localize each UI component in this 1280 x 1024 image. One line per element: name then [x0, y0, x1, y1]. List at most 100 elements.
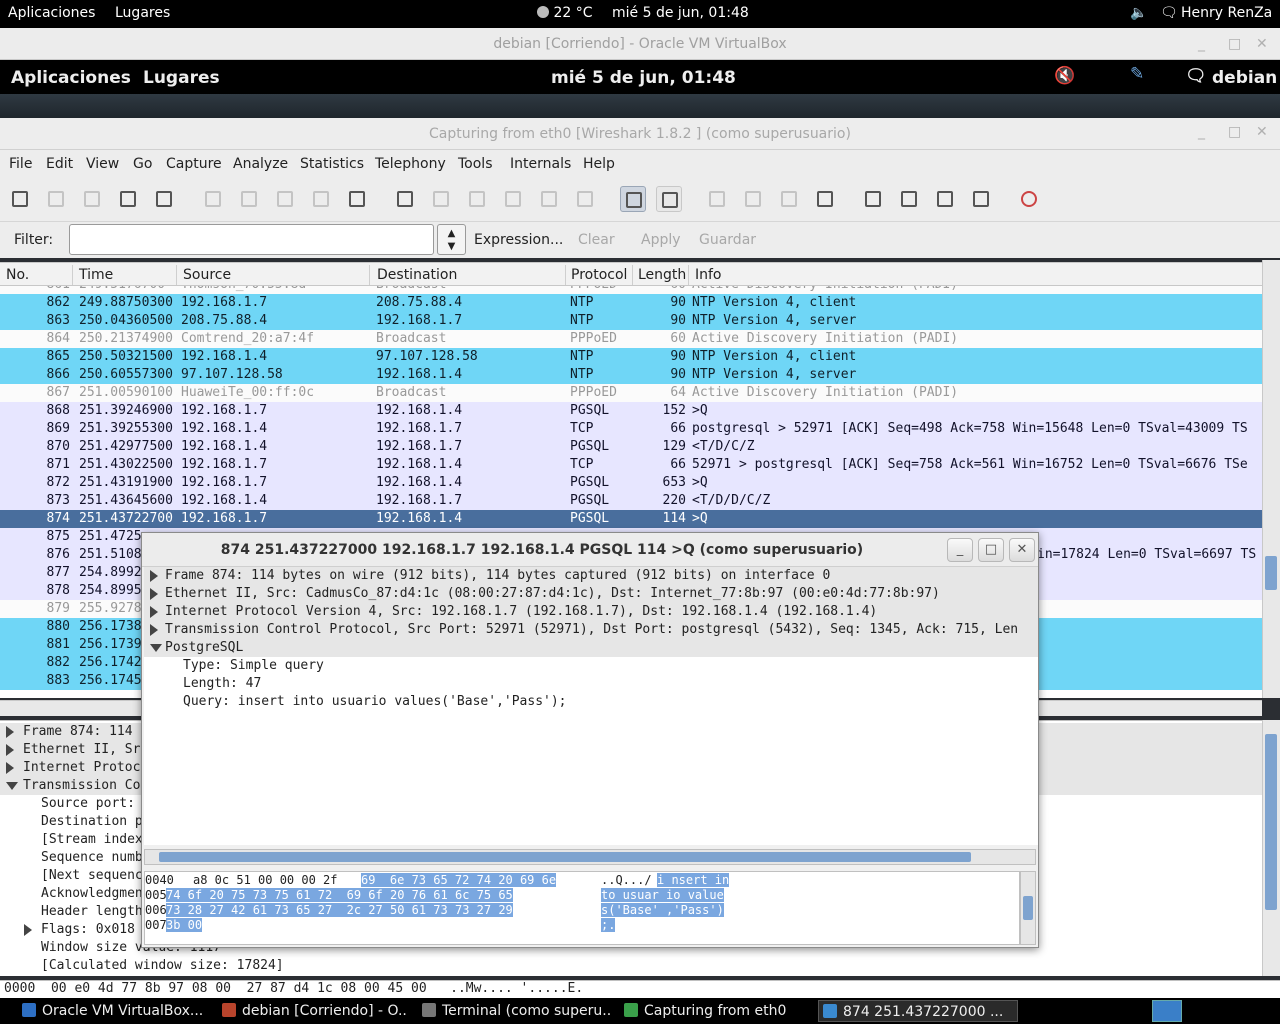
zoom-out-icon[interactable] [740, 186, 766, 212]
popup-hscroll-thumb[interactable] [159, 852, 971, 862]
guest-applications-menu[interactable]: Aplicaciones [11, 68, 131, 88]
table-row[interactable]: 867 251.00590100 HuaweiTe_00:ff:0c Broadcas… [0, 384, 1262, 402]
popup-hex-scroll-thumb[interactable] [1023, 896, 1033, 920]
menu-capture[interactable]: Capture [166, 156, 222, 172]
collapsed-arrow-icon[interactable] [150, 624, 158, 636]
maximize-icon[interactable]: □ [1228, 36, 1241, 52]
workspace-switcher[interactable] [1152, 1000, 1182, 1022]
ws-minimize-icon[interactable]: _ [1198, 124, 1205, 140]
table-row[interactable]: 864 250.21374900 Comtrend_20:a7:4f Broadcas… [0, 330, 1262, 348]
hex-row[interactable]: 0070 3b 00;. [145, 918, 1019, 933]
collapsed-arrow-icon[interactable] [150, 588, 158, 600]
weather-indicator[interactable]: 22 °C [537, 5, 593, 21]
menu-file[interactable]: File [9, 156, 32, 172]
table-row[interactable]: 871 251.43022500 192.168.1.7 192.168.1.4 TCP… [0, 456, 1262, 474]
table-row[interactable]: 869 251.39255300 192.168.1.4 192.168.1.7 TCP… [0, 420, 1262, 438]
close-file-icon[interactable] [272, 186, 298, 212]
save-file-icon[interactable] [236, 186, 262, 212]
interfaces-icon[interactable] [7, 186, 33, 212]
display-filters-icon[interactable] [896, 186, 922, 212]
guest-chat-icon[interactable]: 🗨 [1185, 66, 1207, 86]
details-vscrollbar[interactable] [1262, 720, 1280, 976]
detail-tree-item[interactable]: [Calculated window size: 17824] [0, 957, 1262, 975]
volume-muted-icon[interactable]: 🔇 [1054, 66, 1075, 86]
table-row[interactable]: 868 251.39246900 192.168.1.7 192.168.1.4 PGS… [0, 402, 1262, 420]
normal-size-icon[interactable] [776, 186, 802, 212]
packet-bytes-pane[interactable]: 0000 00 e0 4d 77 8b 97 08 00 27 87 d4 1c… [0, 980, 1280, 998]
start-capture-icon[interactable] [79, 186, 105, 212]
popup-hex-pane[interactable]: 0040 a8 0c 51 00 00 00 2f 69 6e 73 65 72 7… [144, 871, 1020, 945]
col-header-time[interactable]: Time [79, 267, 113, 283]
taskbar-item[interactable]: 874 251.437227000 ... [818, 1000, 1018, 1022]
menu-view[interactable]: View [86, 156, 119, 172]
table-row[interactable]: 861 249.5176700Thomson_70:55:8d Broadcast P… [0, 286, 1262, 294]
menu-go[interactable]: Go [133, 156, 152, 172]
goto-icon[interactable] [500, 186, 526, 212]
print-icon[interactable] [344, 186, 370, 212]
table-row[interactable]: 873 251.43645600 192.168.1.4 192.168.1.7 PGS… [0, 492, 1262, 510]
popup-maximize-button[interactable]: □ [978, 538, 1004, 562]
save-filter-button[interactable]: Guardar [699, 232, 756, 248]
collapsed-arrow-icon[interactable] [150, 570, 158, 582]
popup-close-button[interactable]: ✕ [1009, 538, 1035, 562]
menu-internals[interactable]: Internals [510, 156, 571, 172]
hex-row[interactable]: 0060 73 28 27 42 61 73 65 27 2c 27 50 61 … [145, 903, 1019, 918]
host-clock[interactable]: mié 5 de jun, 01:48 [612, 5, 749, 21]
host-user-menu[interactable]: Henry RenZa [1181, 5, 1272, 21]
popup-tree-item[interactable]: Query: insert into usuario values('Base'… [144, 693, 1038, 711]
col-header-length[interactable]: Length [638, 267, 686, 283]
autoscroll-icon[interactable] [656, 186, 682, 212]
collapsed-arrow-icon[interactable] [6, 726, 14, 738]
menu-analyze[interactable]: Analyze [233, 156, 288, 172]
table-row[interactable]: 863 250.04360500 208.75.88.4 192.168.1.7 NTP… [0, 312, 1262, 330]
popup-tree-item[interactable]: Length: 47 [144, 675, 1038, 693]
popup-tree-item[interactable]: Internet Protocol Version 4, Src: 192.16… [144, 603, 1038, 621]
packet-list-vscrollbar[interactable] [1262, 260, 1280, 698]
restart-capture-icon[interactable] [151, 186, 177, 212]
ws-close-icon[interactable]: ✕ [1256, 124, 1268, 140]
menu-edit[interactable]: Edit [46, 156, 73, 172]
col-header-info[interactable]: Info [695, 267, 722, 283]
zoom-in-icon[interactable] [704, 186, 730, 212]
host-applications-menu[interactable]: Aplicaciones [8, 5, 95, 21]
network-icon[interactable]: ✎ [1130, 64, 1144, 84]
options-icon[interactable] [43, 186, 69, 212]
preferences-icon[interactable] [968, 186, 994, 212]
stop-capture-icon[interactable] [115, 186, 141, 212]
host-places-menu[interactable]: Lugares [115, 5, 170, 21]
collapsed-arrow-icon[interactable] [6, 762, 14, 774]
table-row[interactable]: 870 251.42977500 192.168.1.4 192.168.1.7 PGS… [0, 438, 1262, 456]
close-icon[interactable]: ✕ [1256, 36, 1268, 52]
table-row[interactable]: 865 250.50321500 192.168.1.4 97.107.128.58 N… [0, 348, 1262, 366]
popup-tree-item[interactable]: Transmission Control Protocol, Src Port:… [144, 621, 1038, 639]
collapsed-arrow-icon[interactable] [24, 924, 32, 936]
last-packet-icon[interactable] [572, 186, 598, 212]
help-icon[interactable] [1016, 186, 1042, 212]
back-icon[interactable] [428, 186, 454, 212]
table-row[interactable]: 862 249.88750300 192.168.1.7 208.75.88.4 NTP… [0, 294, 1262, 312]
open-file-icon[interactable] [200, 186, 226, 212]
forward-icon[interactable] [464, 186, 490, 212]
apply-button[interactable]: Apply [641, 232, 681, 248]
expression-button[interactable]: Expression... [474, 232, 563, 248]
popup-tree-item[interactable]: Type: Simple query [144, 657, 1038, 675]
menu-statistics[interactable]: Statistics [300, 156, 364, 172]
col-header-protocol[interactable]: Protocol [571, 267, 627, 283]
volume-icon[interactable]: 🔈 [1130, 5, 1147, 21]
hex-row[interactable]: 0050 74 6f 20 75 73 75 61 72 69 6f 20 76 … [145, 888, 1019, 903]
col-header-destination[interactable]: Destination [377, 267, 457, 283]
collapsed-arrow-icon[interactable] [150, 606, 158, 618]
clear-button[interactable]: Clear [578, 232, 615, 248]
find-icon[interactable] [392, 186, 418, 212]
expanded-arrow-icon[interactable] [6, 782, 18, 790]
guest-places-menu[interactable]: Lugares [143, 68, 220, 88]
taskbar-item[interactable]: Capturing from eth0 [620, 1000, 808, 1022]
filter-input[interactable] [69, 224, 434, 255]
popup-protocol-tree[interactable]: Frame 874: 114 bytes on wire (912 bits),… [144, 567, 1038, 845]
guest-clock[interactable]: mié 5 de jun, 01:48 [551, 68, 736, 88]
resize-columns-icon[interactable] [812, 186, 838, 212]
details-vscroll-thumb[interactable] [1265, 734, 1277, 910]
colorize-icon[interactable] [620, 186, 646, 212]
table-row[interactable]: 872 251.43191900 192.168.1.7 192.168.1.4 PGS… [0, 474, 1262, 492]
guest-user-menu[interactable]: debian [1212, 68, 1277, 88]
